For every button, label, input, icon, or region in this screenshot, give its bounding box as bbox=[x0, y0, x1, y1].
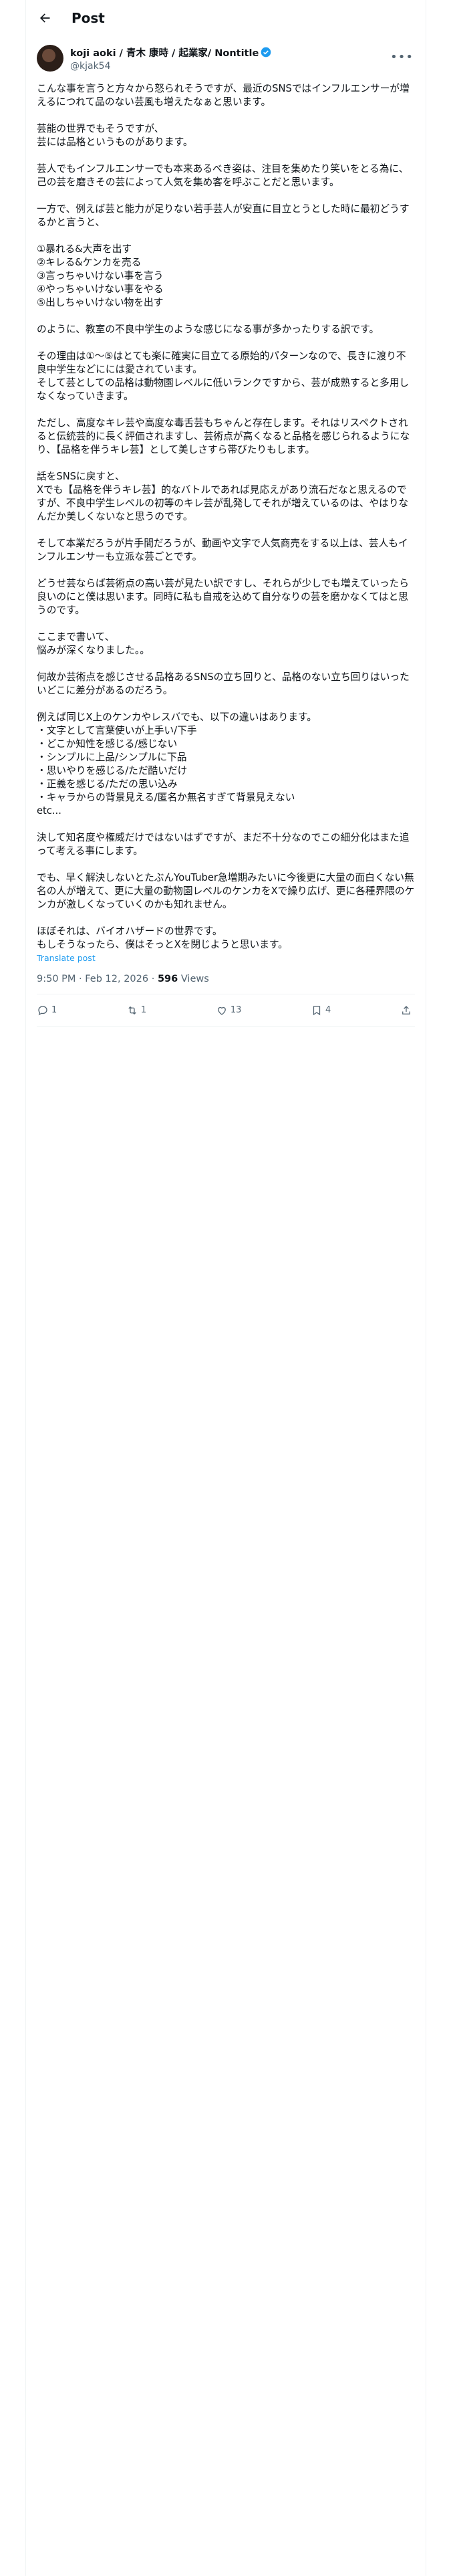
more-horizontal-icon[interactable]: ••• bbox=[390, 50, 414, 64]
post-paragraph: 何故か芸術点を感じさせる品格あるSNSの立ち回りと、品格のない立ち回りはいったい… bbox=[37, 671, 410, 696]
reply-count: 1 bbox=[51, 1005, 57, 1015]
post-timestamp[interactable]: 9:50 PM · Feb 12, 2026 · bbox=[37, 974, 158, 984]
page-title: Post bbox=[71, 9, 105, 26]
repost-icon bbox=[128, 1006, 136, 1014]
post-column: Post koji aoki / 青木 康時 / 起業家/ Nontitle @… bbox=[25, 0, 426, 2576]
bookmark-count: 4 bbox=[325, 1005, 331, 1015]
repost-count: 1 bbox=[140, 1005, 147, 1015]
heart-icon bbox=[217, 1006, 226, 1015]
post-paragraph: その理由は①〜⑤はとても楽に確実に目立てる原始的パターンなので、長きに渡り不良中… bbox=[37, 350, 410, 402]
reply-button[interactable]: 1 bbox=[37, 1004, 57, 1016]
like-count: 13 bbox=[230, 1005, 242, 1015]
post-paragraph: 芸人でもインフルエンサーでも本来あるべき姿は、注目を集めたり笑いをとる為に、己の… bbox=[37, 163, 409, 188]
author-handle[interactable]: @kjak54 bbox=[70, 61, 271, 72]
post-paragraph: 例えば同じX上のケンカやレスバでも、以下の違いはあります。 ・文字として言葉使い… bbox=[37, 712, 317, 817]
bookmark-icon bbox=[313, 1005, 321, 1015]
post-meta: 9:50 PM · Feb 12, 2026 · 596 Views bbox=[37, 974, 415, 994]
post-paragraph: ここまで書いて、 悩みが深くなりました。。 bbox=[37, 631, 150, 656]
post-paragraph: 決して知名度や権威だけではないはずですが、まだ不十分なのでこの細分化はまた追って… bbox=[37, 832, 410, 857]
like-button[interactable]: 13 bbox=[216, 1004, 242, 1016]
post-paragraph: 芸能の世界でもそうですが、 芸には品格というものがあります。 bbox=[37, 123, 193, 148]
post-paragraph: ほぼそれは、バイオハザードの世界です。 もしそうなったら、僕はそっとXを閉じよう… bbox=[37, 926, 288, 950]
post-paragraph: 一方で、例えば芸と能力が足りない若手芸人が安直に目立とうとした時に最初どうするか… bbox=[37, 203, 410, 228]
post-paragraph: そして本業だろうが片手間だろうが、動画や文字で人気商売をする以上は、芸人もインフ… bbox=[37, 538, 408, 562]
post-paragraph: 話をSNSに戻すと、 Xでも【品格を伴うキレ芸】的なバトルであれば見応えがあり流… bbox=[37, 471, 409, 522]
post-body: こんな事を言うと方々から怒られそうですが、最近のSNSではインフルエンサーが増え… bbox=[26, 74, 426, 952]
repost-button[interactable]: 1 bbox=[126, 1004, 146, 1016]
action-bar: 1 1 13 4 bbox=[37, 994, 415, 1027]
author-row: koji aoki / 青木 康時 / 起業家/ Nontitle @kjak5… bbox=[26, 35, 426, 74]
views-label: Views bbox=[178, 974, 209, 984]
post-paragraph: のように、教室の不良中学生のような感じになる事が多かったりする訳です。 bbox=[37, 324, 380, 335]
post-paragraph: ①暴れる&大声を出す ②キレる&ケンカを売る ③言っちゃいけない事を言う ④やっ… bbox=[37, 243, 164, 308]
bookmark-button[interactable]: 4 bbox=[311, 1004, 331, 1016]
arrow-left-icon[interactable] bbox=[38, 11, 51, 25]
post-paragraph: でも、早く解決しないとたぶんYouTuber急増期みたいに今後更に大量の面白くな… bbox=[37, 872, 415, 910]
views-count: 596 bbox=[157, 974, 178, 984]
post-paragraph: ただし、高度なキレ芸や高度な毒舌芸もちゃんと存在します。それはリスペクトされると… bbox=[37, 417, 410, 455]
share-icon bbox=[402, 1005, 410, 1014]
translate-post-link[interactable]: Translate post bbox=[26, 952, 426, 963]
reply-icon bbox=[38, 1005, 47, 1015]
author-display-name[interactable]: koji aoki / 青木 康時 / 起業家/ Nontitle bbox=[70, 45, 259, 60]
share-button[interactable] bbox=[400, 1004, 415, 1016]
avatar[interactable] bbox=[37, 45, 63, 72]
post-paragraph: どうせ芸ならば芸術点の高い芸が見たい訳ですし、それらが少しでも増えていったら良い… bbox=[37, 578, 409, 616]
top-bar: Post bbox=[26, 0, 426, 35]
post-paragraph: こんな事を言うと方々から怒られそうですが、最近のSNSではインフルエンサーが増え… bbox=[37, 83, 410, 108]
verified-badge-icon bbox=[261, 47, 271, 58]
